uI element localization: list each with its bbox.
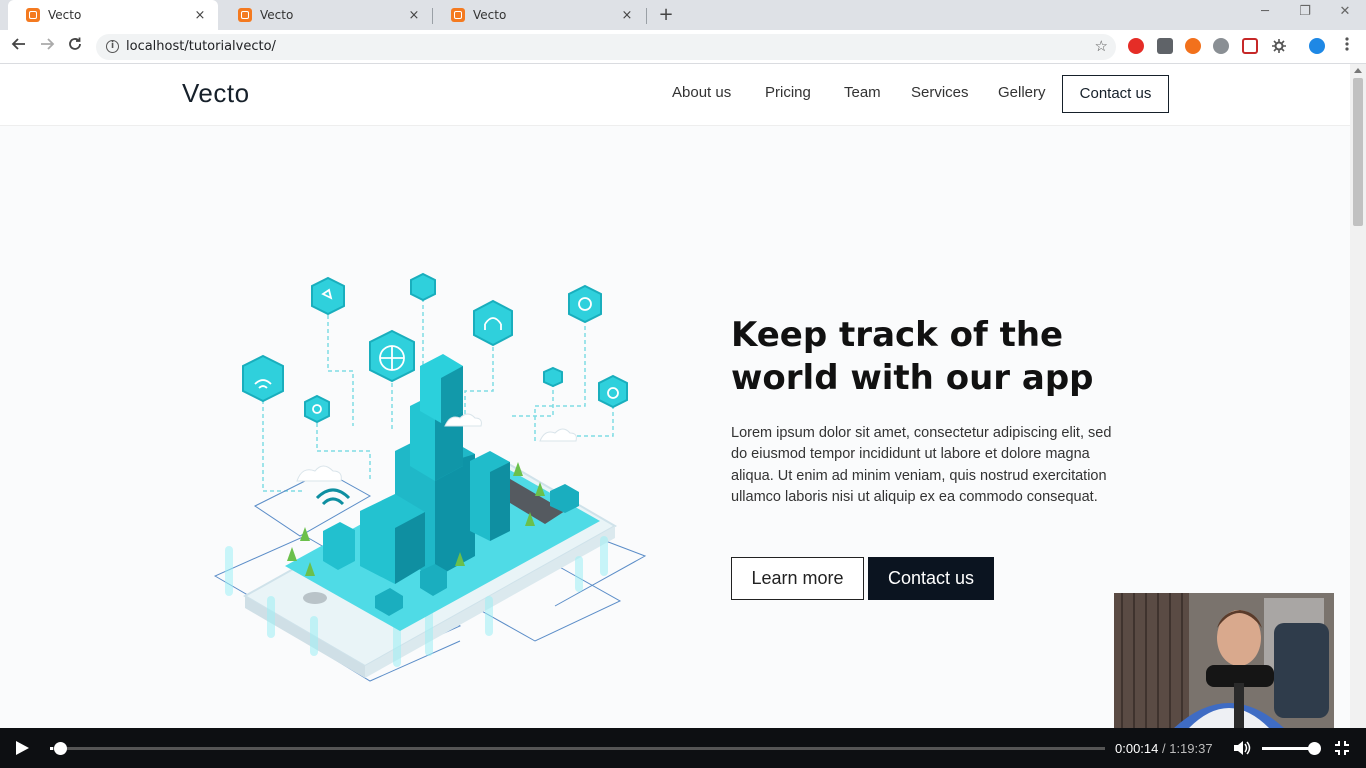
extension-html-icon[interactable] [1242,38,1258,54]
video-player-controls: 0:00:14 / 1:19:37 [0,728,1366,768]
hero-title: Keep track of the world with our app [731,314,1151,400]
bookmark-star-icon[interactable]: ☆ [1095,37,1108,55]
tab-1[interactable]: Vecto × [8,0,218,30]
address-bar[interactable]: i localhost/tutorialvecto/ ☆ [96,34,1116,60]
xampp-favicon-icon [451,8,465,22]
close-tab-icon[interactable]: × [406,8,422,23]
nav-pricing[interactable]: Pricing [765,84,811,101]
hero-title-line-2: world with our app [731,358,1094,398]
minimize-button[interactable]: ─ [1254,4,1276,24]
xampp-favicon-icon [26,8,40,22]
restore-button[interactable]: ❐ [1294,4,1316,24]
menu-dots-icon[interactable] [1336,36,1358,58]
forward-button[interactable] [36,36,58,58]
extension-icon[interactable] [1157,38,1173,54]
extension-duckduckgo-icon[interactable] [1185,38,1201,54]
site-logo[interactable]: Vecto [182,78,250,109]
extension-ublock-icon[interactable] [1128,38,1144,54]
profile-avatar-icon[interactable] [1309,38,1325,54]
close-tab-icon[interactable]: × [619,8,635,23]
back-button[interactable] [8,36,30,58]
reload-icon [69,37,81,50]
tab-title: Vecto [260,8,294,22]
toolbar: i localhost/tutorialvecto/ ☆ [0,30,1366,64]
arrow-left-icon [11,38,25,50]
tab-title: Vecto [48,8,82,22]
nav-services[interactable]: Services [911,84,969,101]
playback-time: 0:00:14 / 1:19:37 [1115,741,1213,756]
reload-button[interactable] [64,36,86,58]
new-tab-button[interactable]: + [656,4,676,26]
seek-bar-progress [50,747,54,750]
nav-about-us[interactable]: About us [672,84,731,101]
close-tab-icon[interactable]: × [192,8,208,23]
current-time: 0:00:14 [1115,741,1159,756]
play-icon[interactable] [16,741,29,755]
webcam-overlay [1114,593,1334,728]
close-window-button[interactable]: ✕ [1334,4,1356,24]
seek-bar[interactable] [50,747,1105,750]
learn-more-button[interactable]: Learn more [731,557,864,600]
seek-handle[interactable] [54,742,68,755]
webcam-presenter-image [1114,593,1334,728]
scrollbar-thumb[interactable] [1353,78,1363,226]
smart-city-illustration [213,272,647,682]
xampp-favicon-icon [238,8,252,22]
nav-gallery[interactable]: Gellery [998,84,1046,101]
extension-help-icon[interactable] [1213,38,1229,54]
url-text: localhost/tutorialvecto/ [126,39,276,54]
hero-paragraph: Lorem ipsum dolor sit amet, consectetur … [731,425,1112,505]
tab-divider [646,8,647,24]
contact-us-button[interactable]: Contact us [868,557,994,600]
tab-title: Vecto [473,8,507,22]
nav-contact-button[interactable]: Contact us [1062,75,1169,113]
site-info-icon[interactable]: i [106,40,119,53]
exit-fullscreen-icon[interactable] [1334,740,1350,756]
hero-title-line-1: Keep track of the [731,315,1064,355]
volume-slider[interactable] [1262,747,1314,750]
tab-2[interactable]: Vecto × [220,0,432,30]
time-separator: / [1158,741,1170,756]
extension-gear-icon[interactable] [1271,38,1287,54]
volume-handle[interactable] [1308,742,1321,755]
volume-icon[interactable] [1233,740,1251,756]
scroll-up-arrow-icon[interactable] [1354,68,1362,73]
nav-team[interactable]: Team [844,84,881,101]
arrow-right-icon [41,38,55,50]
tab-3[interactable]: Vecto × [433,0,645,30]
duration: 1:19:37 [1169,741,1213,756]
page-scrollbar[interactable] [1350,64,1366,728]
tab-strip: Vecto × Vecto × Vecto × + ─ ❐ ✕ [0,0,1366,30]
site-header: Vecto About us Pricing Team Services Gel… [0,64,1350,126]
